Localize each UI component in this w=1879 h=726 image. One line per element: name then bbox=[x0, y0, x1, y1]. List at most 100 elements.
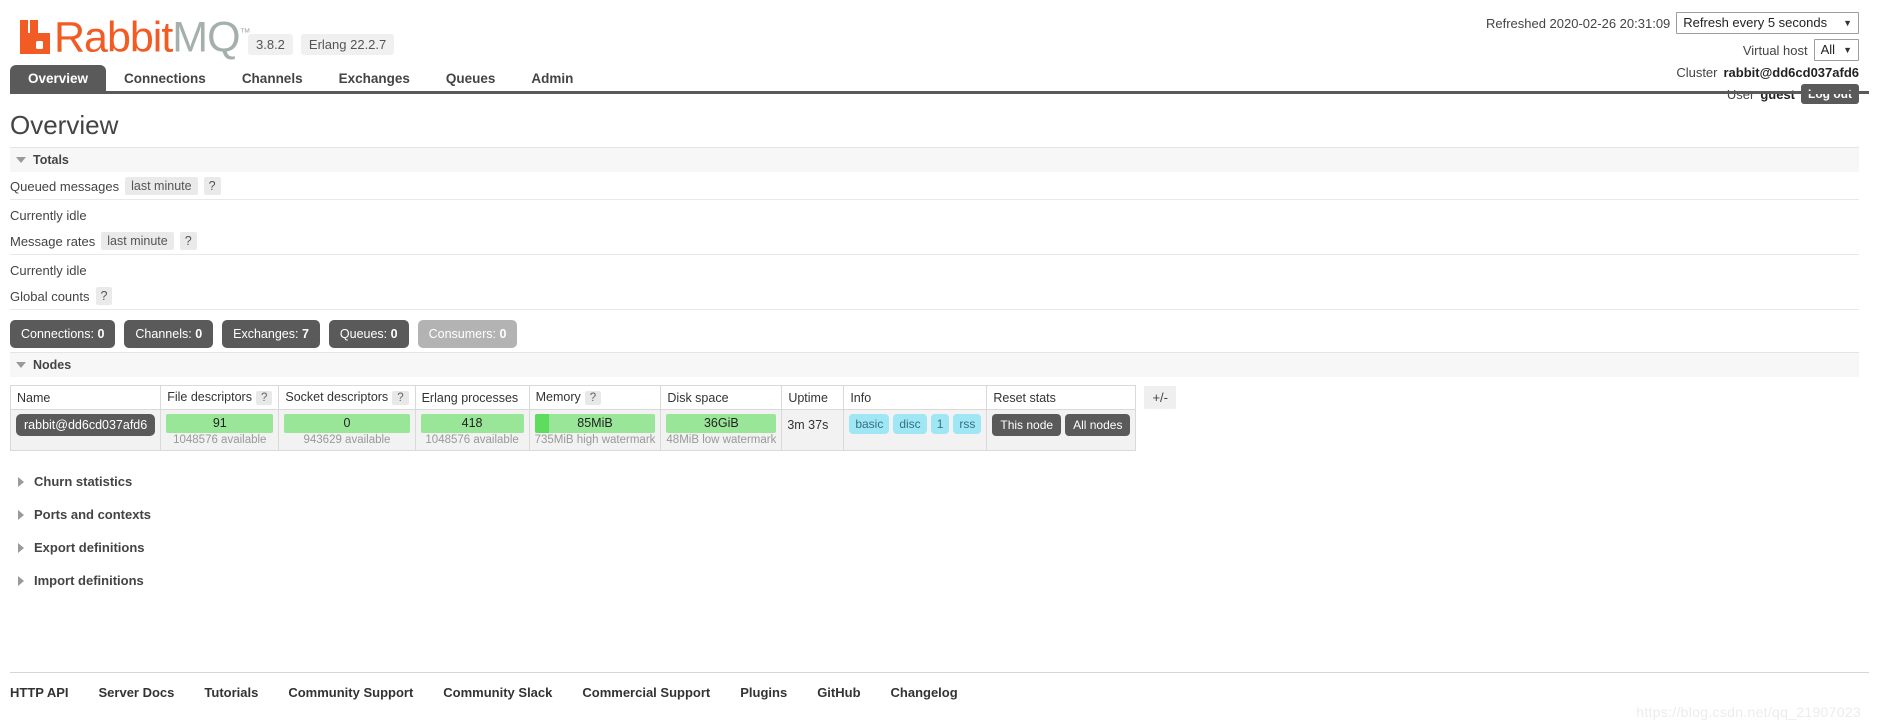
col-socket-descriptors-label: Socket descriptors bbox=[285, 390, 389, 404]
col-file-descriptors[interactable]: File descriptors? bbox=[160, 385, 280, 410]
col-name[interactable]: Name bbox=[9, 385, 162, 410]
cell-info: basic disc 1 rss bbox=[843, 409, 988, 451]
header-controls: Refreshed 2020-02-26 20:31:09 Refresh ev… bbox=[1486, 12, 1859, 109]
reset-stats-group: This node All nodes bbox=[992, 414, 1131, 436]
queued-messages-period-chip[interactable]: last minute bbox=[125, 177, 198, 195]
reset-all-nodes-button[interactable]: All nodes bbox=[1065, 414, 1131, 436]
socket-descriptors-help-icon[interactable]: ? bbox=[392, 391, 409, 405]
col-name-label: Name bbox=[17, 390, 51, 405]
info-badge-count[interactable]: 1 bbox=[930, 414, 950, 434]
image-watermark: https://blog.csdn.net/qq_21907023 bbox=[1636, 704, 1861, 720]
tab-exchanges[interactable]: Exchanges bbox=[321, 65, 428, 91]
socket-descriptors-available: 943629 available bbox=[303, 434, 391, 446]
col-memory[interactable]: Memory? bbox=[528, 385, 662, 410]
footer-link-github[interactable]: GitHub bbox=[817, 685, 860, 700]
message-rates-header: Message rates last minute ? bbox=[10, 227, 1859, 255]
queued-messages-label: Queued messages bbox=[10, 178, 120, 194]
page-title: Overview bbox=[10, 110, 119, 140]
global-counts-label: Global counts bbox=[10, 288, 90, 304]
logo-rabbit-text: Rabbit bbox=[54, 13, 173, 62]
triangle-right-icon bbox=[18, 542, 24, 553]
vhost-label: Virtual host bbox=[1742, 42, 1808, 58]
col-disk-space[interactable]: Disk space bbox=[660, 385, 783, 410]
reset-this-node-button[interactable]: This node bbox=[992, 414, 1062, 436]
count-badge-channels[interactable]: Channels: 0 bbox=[124, 320, 214, 348]
col-erlang-processes[interactable]: Erlang processes bbox=[414, 385, 530, 410]
message-rates-status: Currently idle bbox=[10, 263, 87, 278]
cell-reset-stats: This node All nodes bbox=[986, 409, 1137, 451]
erlang-processes-value: 418 bbox=[461, 416, 483, 430]
col-uptime[interactable]: Uptime bbox=[781, 385, 845, 410]
version-badges: 3.8.2 Erlang 22.2.7 bbox=[248, 34, 395, 55]
triangle-right-icon bbox=[18, 509, 24, 520]
col-reset-stats[interactable]: Reset stats bbox=[986, 385, 1137, 410]
col-info[interactable]: Info bbox=[843, 385, 988, 410]
socket-descriptors-bar: 0 bbox=[284, 414, 410, 433]
section-label-export-definitions: Export definitions bbox=[34, 540, 145, 555]
count-value-queues: 0 bbox=[390, 327, 398, 341]
count-value-consumers: 0 bbox=[499, 327, 507, 341]
footer-link-community-support[interactable]: Community Support bbox=[288, 685, 413, 700]
toggle-columns-button[interactable]: +/- bbox=[1144, 386, 1176, 409]
tab-admin[interactable]: Admin bbox=[513, 65, 591, 91]
vhost-select[interactable]: All ▼ bbox=[1813, 39, 1859, 61]
col-memory-label: Memory bbox=[535, 390, 581, 404]
info-badge-rss[interactable]: rss bbox=[953, 414, 982, 434]
footer-link-tutorials[interactable]: Tutorials bbox=[204, 685, 258, 700]
footer-link-changelog[interactable]: Changelog bbox=[891, 685, 958, 700]
section-export-definitions[interactable]: Export definitions bbox=[10, 531, 1869, 564]
tab-connections[interactable]: Connections bbox=[106, 65, 224, 91]
section-header-nodes[interactable]: Nodes bbox=[10, 352, 1859, 377]
col-uptime-label: Uptime bbox=[788, 390, 828, 405]
col-socket-descriptors[interactable]: Socket descriptors? bbox=[278, 385, 416, 410]
footer-link-http-api[interactable]: HTTP API bbox=[10, 685, 69, 700]
cell-disk-space: 36GiB 48MiB low watermark bbox=[660, 409, 783, 451]
file-descriptors-help-icon[interactable]: ? bbox=[255, 391, 273, 405]
col-erlang-processes-label: Erlang processes bbox=[421, 390, 519, 405]
section-header-totals[interactable]: Totals bbox=[10, 147, 1859, 172]
file-descriptors-available: 1048576 available bbox=[173, 434, 267, 446]
nodes-table-header-row: Name File descriptors? Socket descriptor… bbox=[9, 385, 1137, 410]
refresh-row: Refreshed 2020-02-26 20:31:09 Refresh ev… bbox=[1486, 12, 1859, 34]
section-churn-statistics[interactable]: Churn statistics bbox=[10, 465, 1869, 498]
count-badge-queues[interactable]: Queues: 0 bbox=[328, 320, 409, 348]
count-label-connections: Connections: bbox=[21, 327, 94, 341]
section-ports-and-contexts[interactable]: Ports and contexts bbox=[10, 498, 1869, 531]
global-counts-help-icon[interactable]: ? bbox=[95, 287, 113, 305]
count-badge-consumers[interactable]: Consumers: 0 bbox=[417, 320, 518, 348]
memory-high-watermark: 735MiB high watermark bbox=[534, 434, 656, 446]
main-navigation-tabs: Overview Connections Channels Exchanges … bbox=[10, 65, 1869, 94]
table-row: rabbit@dd6cd037afd6 91 1048576 available… bbox=[9, 409, 1137, 451]
info-badge-basic[interactable]: basic bbox=[849, 414, 890, 434]
section-import-definitions[interactable]: Import definitions bbox=[10, 564, 1869, 597]
refresh-interval-select[interactable]: Refresh every 5 seconds ▼ bbox=[1676, 12, 1859, 34]
footer-link-commercial-support[interactable]: Commercial Support bbox=[582, 685, 710, 700]
message-rates-period-chip[interactable]: last minute bbox=[101, 232, 174, 250]
tab-channels[interactable]: Channels bbox=[224, 65, 321, 91]
tab-queues[interactable]: Queues bbox=[428, 65, 514, 91]
erlang-version-badge: Erlang 22.2.7 bbox=[300, 34, 395, 55]
cell-uptime: 3m 37s bbox=[781, 409, 845, 451]
count-badge-connections[interactable]: Connections: 0 bbox=[10, 320, 116, 348]
count-badge-exchanges[interactable]: Exchanges: 7 bbox=[222, 320, 320, 348]
count-value-channels: 0 bbox=[195, 327, 203, 341]
col-file-descriptors-label: File descriptors bbox=[167, 390, 252, 404]
disk-space-bar: 36GiB bbox=[666, 414, 777, 433]
footer-link-community-slack[interactable]: Community Slack bbox=[443, 685, 552, 700]
info-badge-disc[interactable]: disc bbox=[893, 414, 927, 434]
count-label-queues: Queues: bbox=[339, 327, 388, 341]
message-rates-help-icon[interactable]: ? bbox=[179, 232, 197, 250]
tab-overview[interactable]: Overview bbox=[10, 65, 107, 91]
vhost-value: All bbox=[1820, 42, 1836, 57]
queued-messages-help-icon[interactable]: ? bbox=[203, 177, 221, 195]
rabbitmq-logo[interactable]: RabbitMQ™ bbox=[20, 16, 251, 59]
vhost-row: Virtual host All ▼ bbox=[1486, 39, 1859, 61]
footer-link-plugins[interactable]: Plugins bbox=[740, 685, 787, 700]
logo-wordmark: RabbitMQ™ bbox=[54, 16, 251, 59]
nodes-table: Name File descriptors? Socket descriptor… bbox=[9, 385, 1137, 451]
footer-link-server-docs[interactable]: Server Docs bbox=[99, 685, 175, 700]
memory-help-icon[interactable]: ? bbox=[584, 391, 602, 405]
erlang-processes-available: 1048576 available bbox=[425, 434, 519, 446]
page-header: RabbitMQ™ 3.8.2 Erlang 22.2.7 Refreshed … bbox=[10, 0, 1869, 104]
node-name-link[interactable]: rabbit@dd6cd037afd6 bbox=[16, 414, 156, 436]
